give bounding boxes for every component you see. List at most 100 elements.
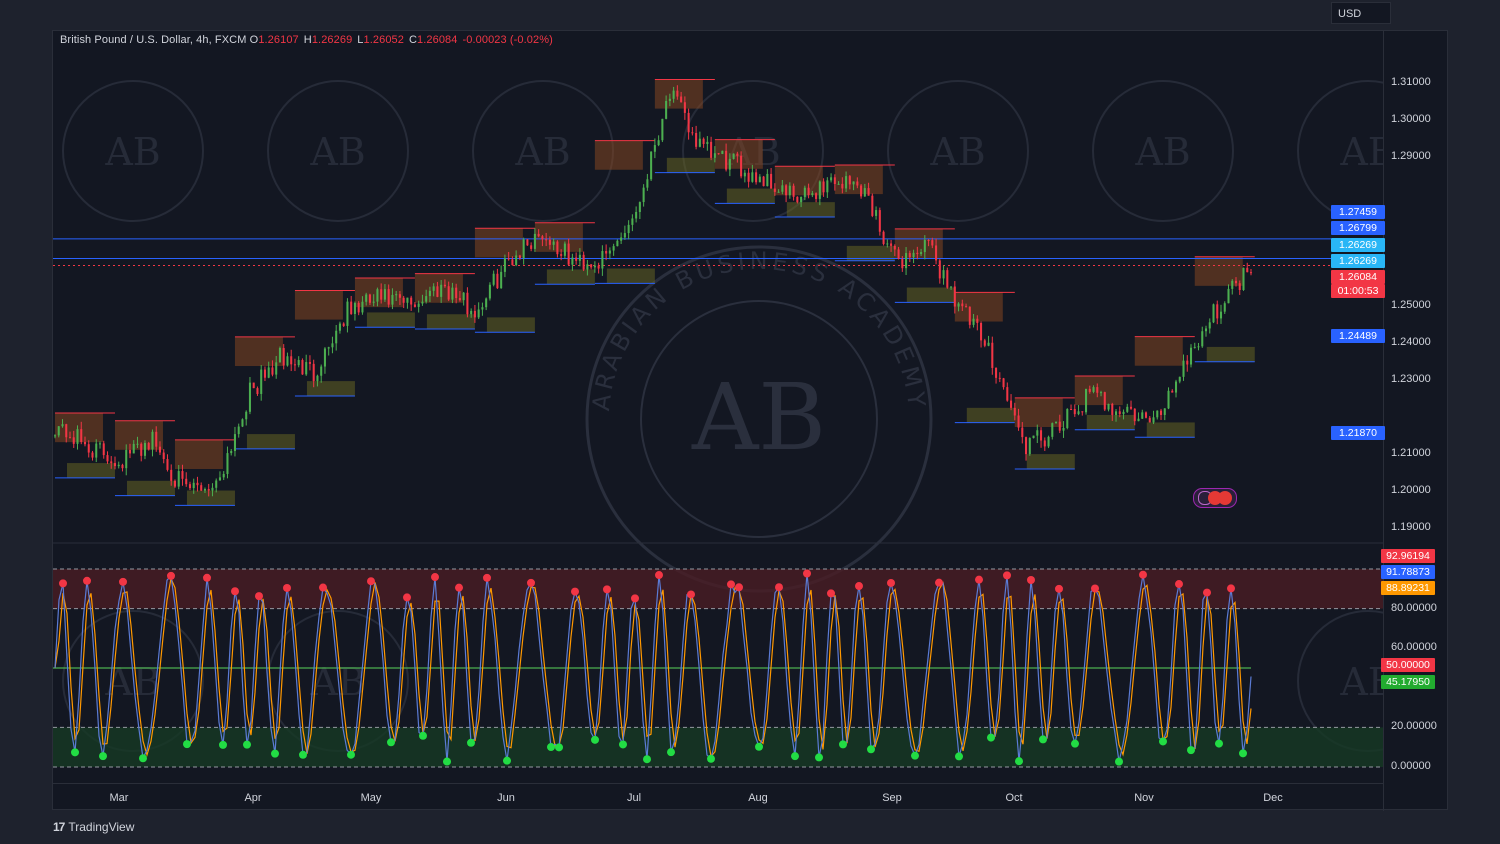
- candle-body: [76, 429, 79, 444]
- time-tick: Oct: [1005, 792, 1023, 804]
- candle-body: [833, 177, 836, 185]
- time-tick: Dec: [1263, 792, 1283, 804]
- candle-body: [432, 286, 435, 291]
- overbought-dot: [655, 571, 663, 580]
- oscillator-tag[interactable]: 88.89231: [1381, 581, 1435, 595]
- candle-body: [226, 453, 229, 474]
- candle-body: [931, 240, 934, 246]
- price-tag-level[interactable]: 1.26269: [1331, 254, 1385, 268]
- overbought-dot: [59, 579, 67, 588]
- candle-body: [106, 455, 109, 462]
- price-tag-level[interactable]: 1.24489: [1331, 329, 1385, 343]
- price-tag-level[interactable]: 1.27459: [1331, 205, 1385, 219]
- candle-body: [211, 487, 214, 491]
- candle-body: [252, 382, 255, 389]
- price-axis[interactable]: 1.31000 1.30000 1.29000 1.25000 1.24000 1.230…: [1383, 31, 1449, 811]
- candle-body: [571, 257, 574, 265]
- demand-zone: [126, 480, 175, 496]
- candle-body: [440, 284, 443, 297]
- candle-body: [586, 264, 589, 270]
- time-tick: Sep: [882, 792, 902, 804]
- chart-plot-area[interactable]: ABABABABABABABABABABABARABIAN BUSINESS A…: [53, 31, 1383, 811]
- candle-body: [248, 382, 251, 412]
- economic-event-badge[interactable]: [1193, 488, 1237, 508]
- candle-body: [98, 443, 102, 445]
- price-tick: 1.19000: [1391, 521, 1431, 534]
- candle-body: [961, 303, 964, 307]
- candle-body: [522, 239, 525, 259]
- candle-body: [878, 210, 881, 232]
- demand-zone: [66, 463, 115, 478]
- candle-body: [728, 158, 731, 170]
- candle-body: [481, 307, 484, 310]
- candle-body: [785, 185, 788, 196]
- candle-body: [927, 239, 930, 241]
- candle-body: [447, 286, 450, 300]
- candle-body: [425, 296, 428, 302]
- candle-body: [717, 153, 720, 155]
- candle-body: [1204, 328, 1208, 332]
- candle-body: [725, 150, 728, 170]
- oversold-dot: [707, 754, 715, 763]
- overbought-dot: [319, 583, 327, 592]
- candle-body: [473, 310, 476, 318]
- tradingview-icon: 17: [53, 820, 65, 834]
- price-tag-level[interactable]: 1.26799: [1331, 221, 1385, 235]
- candle-body: [721, 150, 724, 154]
- oversold-dot: [1215, 739, 1223, 748]
- candle-body: [282, 348, 285, 366]
- watermark-monogram: AB: [309, 130, 365, 174]
- candle-body: [1081, 411, 1084, 413]
- candle-body: [631, 218, 634, 225]
- oscillator-tag[interactable]: 91.78873: [1381, 565, 1435, 579]
- candle-body: [335, 330, 338, 344]
- symbol-name[interactable]: British Pound / U.S. Dollar, 4h, FXCM: [60, 34, 247, 46]
- candle-body: [612, 246, 615, 251]
- candle-body: [1055, 421, 1058, 424]
- overbought-dot: [1091, 584, 1099, 593]
- candle-body: [132, 443, 135, 454]
- price-tag-level[interactable]: 1.26269: [1331, 238, 1385, 252]
- price-tag-last[interactable]: 1.26084: [1331, 270, 1385, 284]
- candle-body: [507, 258, 510, 260]
- candle-body: [91, 452, 94, 458]
- overbought-dot: [1027, 576, 1035, 585]
- candle-body: [560, 254, 563, 256]
- time-axis[interactable]: Mar Apr May Jun Jul Aug Sep Oct Nov Dec: [53, 783, 1383, 811]
- price-tag-level[interactable]: 1.21870: [1331, 426, 1385, 440]
- tradingview-logo[interactable]: 17 TradingView: [53, 820, 134, 834]
- candle-body: [200, 485, 203, 491]
- candle-body: [1238, 283, 1241, 290]
- oscillator-tag[interactable]: 45.17950: [1381, 675, 1435, 689]
- branding-label: TradingView: [68, 820, 135, 834]
- candle-body: [601, 251, 604, 269]
- candle-body: [406, 297, 409, 303]
- candle-body: [991, 342, 994, 368]
- candle-body: [1013, 407, 1016, 416]
- chart-canvas[interactable]: ABABABABABABABABABABABARABIAN BUSINESS A…: [53, 31, 1383, 811]
- candle-body: [1077, 411, 1080, 415]
- oscillator-tag[interactable]: 92.96194: [1381, 549, 1435, 563]
- oversold-dot: [1015, 757, 1023, 766]
- candle-body: [1182, 360, 1185, 377]
- currency-button[interactable]: USD: [1331, 2, 1391, 24]
- candle-body: [897, 249, 900, 259]
- candle-body: [770, 173, 773, 189]
- candle-body: [128, 449, 132, 454]
- watermark-monogram: AB: [929, 130, 985, 174]
- candle-body: [672, 90, 675, 99]
- candle-body: [323, 348, 326, 367]
- overbought-dot: [687, 590, 695, 599]
- candle-body: [1137, 418, 1140, 422]
- oversold-dot: [443, 757, 451, 766]
- chart-frame[interactable]: ABABABABABABABABABABABARABIAN BUSINESS A…: [52, 30, 1449, 811]
- candle-body: [841, 183, 844, 189]
- oscillator-tag[interactable]: 50.00000: [1381, 658, 1435, 672]
- candle-body: [942, 270, 945, 279]
- demand-zone: [666, 157, 715, 173]
- supply-zone: [294, 290, 343, 320]
- price-tag-countdown[interactable]: 01:00:53: [1331, 284, 1385, 298]
- candle-body: [548, 239, 551, 245]
- candle-body: [443, 284, 446, 287]
- candle-body: [1133, 408, 1136, 422]
